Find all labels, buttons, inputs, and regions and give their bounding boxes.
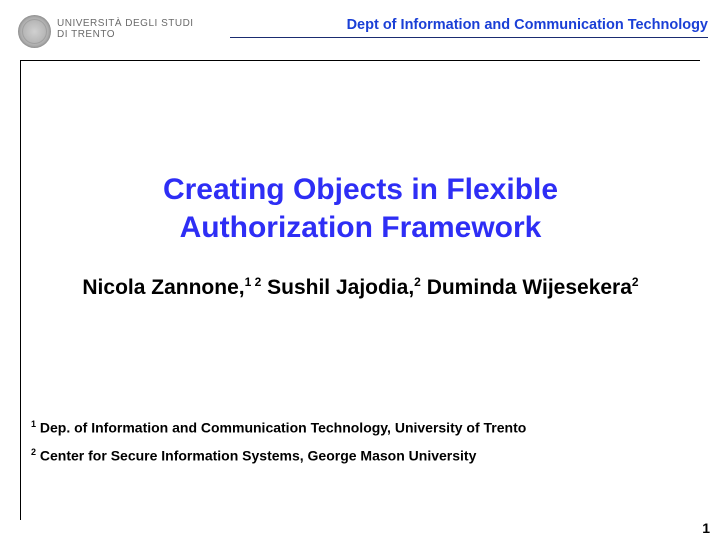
header-divider [230,37,708,38]
university-name: UNIVERSITÀ DEGLI STUDI DI TRENTO [57,18,194,40]
content-frame: Creating Objects in Flexible Authorizati… [20,60,700,520]
university-seal-icon [18,15,51,48]
affiliation-1-text: Dep. of Information and Communication Te… [36,420,526,436]
affiliation-2-text: Center for Secure Information Systems, G… [36,448,476,464]
author-2-name: Sushil Jajodia, [267,276,414,299]
slide-title: Creating Objects in Flexible Authorizati… [21,171,700,246]
title-line1: Creating Objects in Flexible [163,173,558,206]
slide-header: UNIVERSITÀ DEGLI STUDI DI TRENTO Dept of… [0,0,720,58]
page-number: 1 [702,520,710,536]
author-2-affil-sup: 2 [414,275,421,289]
author-3-name: Duminda Wijesekera [427,276,632,299]
affiliation-1: 1 Dep. of Information and Communication … [31,419,526,436]
authors-line: Nicola Zannone,1 2 Sushil Jajodia,2 Dumi… [21,275,700,300]
university-name-line1: UNIVERSITÀ DEGLI STUDI [57,18,194,29]
author-3-affil-sup: 2 [632,275,639,289]
department-name: Dept of Information and Communication Te… [347,17,708,33]
title-line2: Authorization Framework [180,211,542,244]
affiliation-2: 2 Center for Secure Information Systems,… [31,447,476,464]
author-1-affil-sup: 1 2 [245,275,262,289]
author-1-name: Nicola Zannone, [82,276,244,299]
university-name-line2: DI TRENTO [57,29,194,40]
